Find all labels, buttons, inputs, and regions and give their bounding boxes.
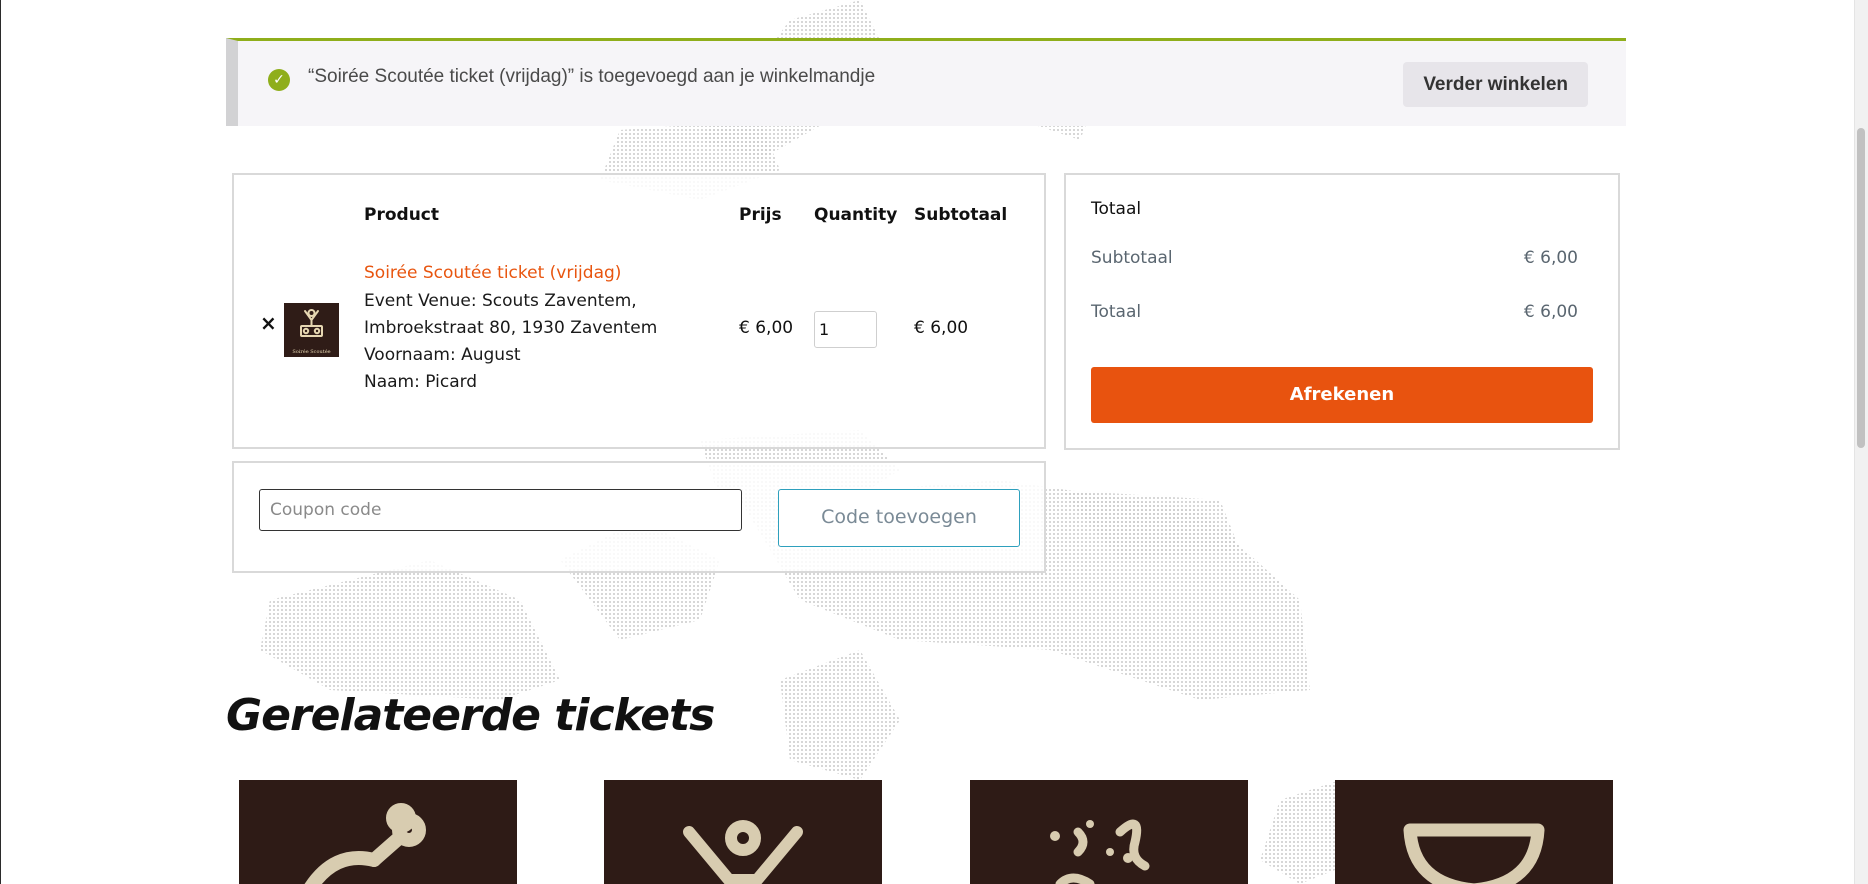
window-edge (0, 0, 1, 884)
total-value: € 6,00 (1523, 302, 1578, 322)
apply-coupon-button[interactable]: Code toevoegen (778, 489, 1020, 547)
cart-table: Product Prijs Quantity Subtotaal × Soiré… (232, 173, 1046, 449)
related-ticket-card[interactable] (239, 780, 517, 884)
column-header-product: Product (364, 205, 439, 225)
subtotal-label: Subtotaal (1091, 248, 1173, 268)
column-header-quantity: Quantity (814, 205, 898, 225)
checkout-button[interactable]: Afrekenen (1091, 367, 1593, 423)
item-subtotal: € 6,00 (914, 318, 969, 338)
product-meta-line: Event Venue: Scouts Zaventem, (364, 291, 637, 311)
related-ticket-card[interactable] (970, 780, 1248, 884)
remove-item-icon[interactable]: × (260, 313, 277, 333)
confetti-icon (1050, 819, 1150, 884)
subtotal-value: € 6,00 (1523, 248, 1578, 268)
related-tickets-heading: Gerelateerde tickets (226, 690, 715, 741)
product-meta-line: Voornaam: August (364, 345, 521, 365)
page-scrollbar[interactable] (1854, 0, 1868, 884)
coupon-section: Code toevoegen (232, 461, 1046, 573)
product-name-link[interactable]: Soirée Scoutée ticket (vrijdag) (364, 263, 621, 283)
item-price: € 6,00 (739, 318, 794, 338)
product-thumbnail[interactable]: Soirée Scoutée (284, 303, 339, 357)
drumstick-icon (304, 803, 426, 884)
related-ticket-card[interactable] (604, 780, 882, 884)
totals-title: Totaal (1091, 199, 1142, 219)
continue-shopping-button[interactable]: Verder winkelen (1403, 62, 1588, 107)
check-circle-icon: ✓ (268, 69, 290, 91)
notice-message: “Soirée Scoutée ticket (vrijdag)” is toe… (308, 66, 876, 87)
total-label: Totaal (1091, 302, 1142, 322)
product-meta-line: Naam: Picard (364, 372, 478, 392)
cart-totals: Totaal Subtotaal € 6,00 Totaal € 6,00 Af… (1064, 173, 1620, 450)
column-header-price: Prijs (739, 205, 782, 225)
column-header-subtotal: Subtotaal (914, 205, 1008, 225)
coupon-code-input[interactable] (259, 489, 742, 531)
goblet-icon (1403, 823, 1545, 884)
thumbnail-caption: Soirée Scoutée (292, 349, 331, 355)
cheering-person-icon (683, 820, 803, 884)
product-meta-line: Imbroekstraat 80, 1930 Zaventem (364, 318, 658, 338)
scrollbar-thumb[interactable] (1857, 128, 1865, 448)
related-ticket-card[interactable] (1335, 780, 1613, 884)
quantity-input[interactable] (814, 311, 877, 348)
added-to-cart-notice: ✓ “Soirée Scoutée ticket (vrijdag)” is t… (226, 38, 1626, 126)
